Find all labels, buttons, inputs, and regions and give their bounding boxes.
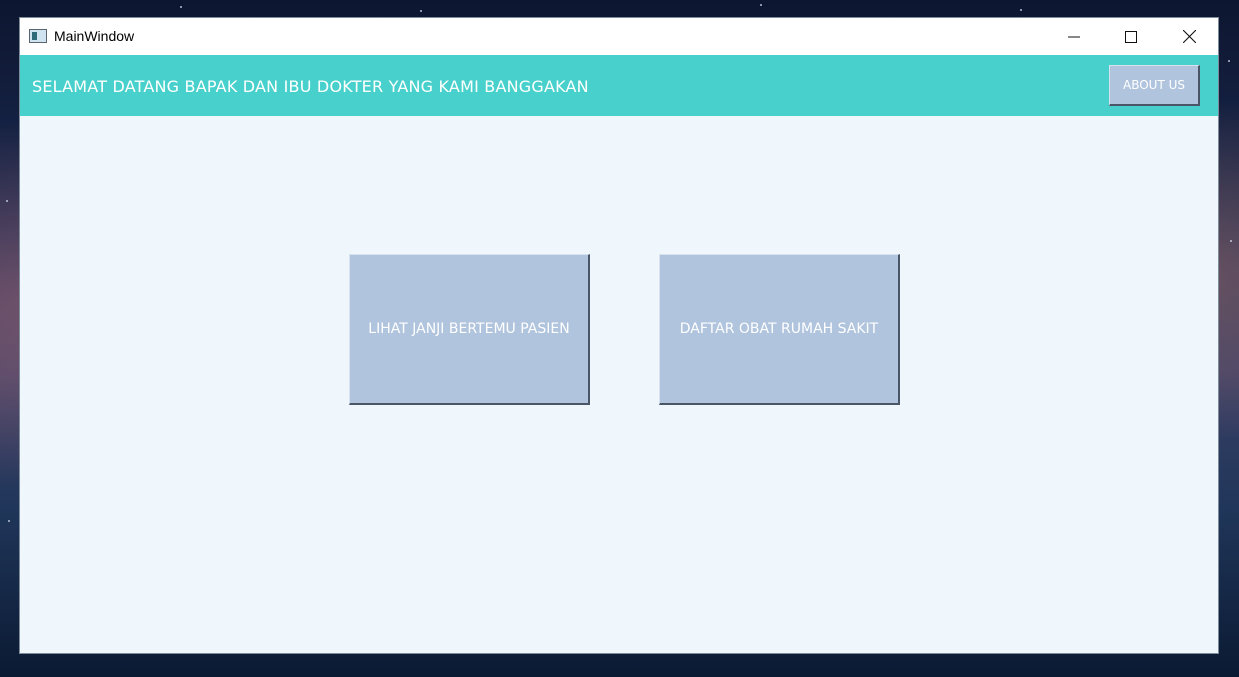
maximize-icon bbox=[1125, 30, 1137, 43]
star bbox=[420, 10, 422, 12]
minimize-button[interactable] bbox=[1045, 18, 1103, 55]
star bbox=[8, 520, 10, 522]
star bbox=[180, 6, 182, 8]
welcome-text: SELAMAT DATANG BAPAK DAN IBU DOKTER YANG… bbox=[32, 77, 589, 96]
star bbox=[760, 4, 762, 6]
close-icon bbox=[1182, 30, 1196, 43]
minimize-icon bbox=[1068, 36, 1080, 37]
title-bar[interactable]: MainWindow bbox=[20, 18, 1218, 55]
window-title: MainWindow bbox=[54, 28, 135, 44]
about-us-button[interactable]: ABOUT US bbox=[1109, 65, 1200, 106]
app-window-icon bbox=[29, 29, 47, 43]
hospital-medicine-list-button[interactable]: DAFTAR OBAT RUMAH SAKIT bbox=[659, 254, 900, 405]
view-patient-appointments-button[interactable]: LIHAT JANJI BERTEMU PASIEN bbox=[349, 254, 590, 405]
star bbox=[6, 200, 8, 202]
close-button[interactable] bbox=[1160, 18, 1218, 55]
star bbox=[1228, 60, 1230, 62]
star bbox=[1020, 9, 1022, 11]
main-window: MainWindow SELAMAT DATANG BAPAK DAN IBU … bbox=[19, 17, 1219, 654]
maximize-button[interactable] bbox=[1102, 18, 1160, 55]
header-bar: SELAMAT DATANG BAPAK DAN IBU DOKTER YANG… bbox=[20, 55, 1218, 116]
star bbox=[1230, 240, 1232, 242]
